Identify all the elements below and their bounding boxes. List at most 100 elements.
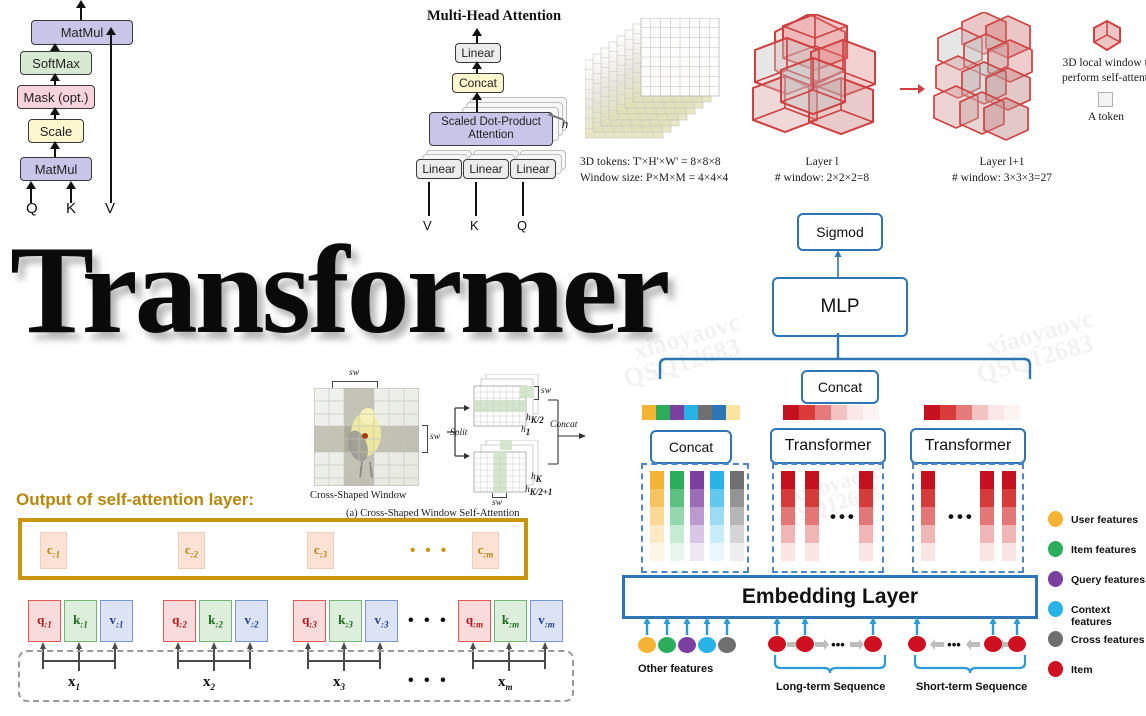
k-box-m-label: k:m [501, 612, 520, 630]
mask-to-softmax-arrow-icon [50, 73, 60, 81]
long-term-inputs-svg: ••• [768, 617, 882, 652]
cswin-concat-label: Concat [550, 420, 578, 430]
sdpa-to-concat-line [476, 100, 478, 112]
sw-top-label: sw [349, 368, 360, 378]
legend-dot-query [1048, 571, 1063, 587]
short-term-column-1 [921, 471, 935, 561]
svg-text:•••: ••• [831, 637, 845, 652]
transformer-mid-label: Transformer [784, 437, 872, 454]
concat-to-linear-arrow-icon [472, 61, 482, 69]
short-term-inputs: ••• [908, 615, 1030, 653]
transformer-right-box: Transformer [910, 428, 1026, 464]
k-box-1: k:1 [64, 600, 97, 642]
v-input-arrow-icon [106, 27, 116, 35]
k-input-label: K [66, 200, 77, 217]
q-input-arrow-icon [26, 181, 36, 189]
layer-l-plus-1-cube [920, 11, 1075, 157]
short-term-column-3 [1002, 471, 1016, 561]
matmul-top-label: MatMul [60, 25, 104, 40]
x-ellipsis: • • • [408, 672, 449, 689]
v-box-1-label: v:1 [109, 612, 124, 630]
multi-head-attention-figure: Multi-Head Attention Linear Concat Scale… [408, 2, 583, 240]
legend-dot-item [1048, 661, 1063, 677]
svg-text:•••: ••• [947, 637, 961, 652]
mlp-box: MLP [772, 277, 908, 337]
bar-segment-light [726, 405, 740, 420]
page-title: Transformer [10, 221, 670, 360]
c-ellipsis: • • • [410, 542, 450, 559]
q-box-m-label: q:m [465, 612, 484, 630]
layer-l-caption: Layer l # window: 2×2×2=8 [767, 155, 877, 186]
legend-label-context: Context features [1071, 604, 1112, 628]
token-volume-svg [584, 17, 720, 139]
feature-column-query [690, 471, 704, 561]
linear-top-box: Linear [455, 43, 501, 63]
mh-output-line [476, 35, 478, 43]
input-sequence-container [18, 650, 574, 702]
v-box-3-label: v:3 [374, 612, 389, 630]
c-box-2: c:2 [178, 532, 205, 569]
c-box-3-label: c:3 [313, 541, 328, 560]
video-swin-figure: 3D tokens: T'×H'×W' = 8×8×8 Window size:… [575, 0, 1146, 200]
layer-l1-caption-line2: # window: 3×3×3=27 [952, 171, 1052, 184]
short-term-bar [924, 405, 1020, 420]
v-box-2: v:2 [235, 600, 268, 642]
mask-box: Mask (opt.) [17, 85, 95, 109]
split-branch-svg [447, 405, 470, 459]
linear-v-label: Linear [422, 162, 456, 176]
token-caption-line2: Window size: P×M×M = 4×4×4 [580, 171, 729, 184]
long-term-bar [783, 405, 879, 420]
long-term-column-2 [805, 471, 819, 561]
concat-left-label: Concat [668, 439, 714, 455]
layer-l1-caption-line1: Layer l+1 [979, 156, 1025, 168]
short-bar-seg-4 [972, 405, 988, 420]
transformer-mid-box: Transformer [770, 428, 886, 464]
short-term-inputs-svg: ••• [908, 617, 1026, 652]
token-caption-line1: 3D tokens: T'×H'×W' = 8×8×8 [580, 156, 721, 168]
long-bar-seg-2 [799, 405, 815, 420]
sw-right-label: sw [430, 432, 441, 442]
legend-window-caption: 3D local window to perform self-attentio… [1062, 56, 1146, 86]
short-term-ellipsis: ••• [948, 507, 975, 526]
v-box-1: v:1 [100, 600, 133, 642]
mlp-label: MLP [820, 296, 860, 317]
softmax-label: SoftMax [32, 55, 80, 71]
recommender-figure: Sigmod MLP Concat Concat Transformer •••… [590, 205, 1146, 716]
short-bar-seg-6 [1004, 405, 1020, 420]
matmul-top-box: MatMul [31, 20, 133, 45]
scaled-dot-product-attention-figure: MatMul SoftMax Mask (opt.) Scale MatMul … [0, 0, 200, 218]
concat-label: Concat [458, 76, 498, 90]
swin-legend: 3D local window to perform self-attentio… [1062, 19, 1146, 140]
v-line [428, 182, 430, 216]
k-box-3: k:3 [329, 600, 362, 642]
bar-segment-context [684, 405, 698, 420]
sigmoid-arrow-icon [833, 249, 843, 277]
feature-column-context [710, 471, 724, 561]
matmul-bottom-box: MatMul [20, 157, 92, 181]
self-attention-output-heading: Output of self-attention layer: [16, 490, 254, 509]
legend-token-caption: A token [1087, 111, 1125, 123]
concat-merge-icon [546, 396, 588, 468]
feature-column-cross [730, 471, 744, 561]
bar-segment-item [656, 405, 670, 420]
bar-segment-cross [698, 405, 712, 420]
short-bar-seg-1 [924, 405, 940, 420]
concat-top-box: Concat [801, 370, 879, 404]
v-input-label: V [105, 200, 116, 217]
linear-v-box: Linear [416, 159, 462, 179]
output-line [80, 7, 82, 20]
linear-q-label: Linear [516, 162, 550, 176]
sw-right-bracket-icon [422, 425, 428, 453]
sdpa-label-line2: Attention [468, 129, 514, 141]
long-bar-seg-1 [783, 405, 799, 420]
h-bot-1-label: hK [531, 472, 542, 484]
qkv-ellipsis: • • • [408, 612, 449, 629]
v-input-line [110, 35, 112, 203]
other-features-label: Other features [638, 663, 714, 675]
linear-top-label: Linear [461, 46, 495, 60]
bar-segment-blue [712, 405, 726, 420]
concat-merge-svg [548, 399, 586, 465]
k-line [475, 182, 477, 216]
long-term-ellipsis: ••• [830, 507, 857, 526]
layer-l-plus-1-caption: Layer l+1 # window: 3×3×3=27 [943, 155, 1061, 186]
